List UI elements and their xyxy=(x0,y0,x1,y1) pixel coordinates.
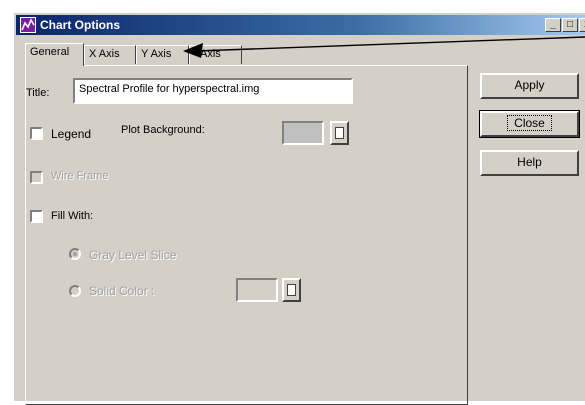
general-tab-panel: Title: Spectral Profile for hyperspectra… xyxy=(25,65,468,405)
help-button[interactable]: Help xyxy=(480,150,579,176)
tab-z-axis[interactable]: Axis xyxy=(189,45,242,64)
minimize-button[interactable]: _ xyxy=(545,18,561,32)
solid-color-swatch xyxy=(236,278,278,302)
gray-level-slice-radio[interactable] xyxy=(69,248,81,260)
close-window-button[interactable]: x xyxy=(579,18,585,32)
chart-options-window: Chart Options _ □ x General X Axis Y Axi… xyxy=(13,12,585,405)
solid-color-picker-button[interactable] xyxy=(282,278,301,302)
title-label: Title: xyxy=(26,87,50,99)
legend-label: Legend xyxy=(51,127,92,141)
plot-background-swatch xyxy=(282,121,324,145)
legend-checkbox[interactable] xyxy=(30,127,43,140)
wire-frame-checkbox[interactable] xyxy=(30,171,43,184)
plot-background-color-picker-button[interactable] xyxy=(330,121,349,145)
solid-color-label: Solid Color : xyxy=(89,284,155,298)
plot-background-label: Plot Background: xyxy=(121,124,205,136)
gray-level-slice-label: Gray Level Slice xyxy=(89,248,177,262)
tab-x-axis[interactable]: X Axis xyxy=(84,45,136,64)
title-input[interactable]: Spectral Profile for hyperspectral.img xyxy=(73,78,353,104)
tab-y-axis[interactable]: Y Axis xyxy=(136,45,189,64)
solid-color-radio[interactable] xyxy=(69,285,81,297)
fill-with-checkbox[interactable] xyxy=(30,210,43,223)
close-button-label: Close xyxy=(507,115,552,131)
close-button[interactable]: Close xyxy=(479,110,580,138)
fill-with-label: Fill With: xyxy=(51,210,94,222)
window-title: Chart Options xyxy=(40,18,120,32)
title-bar[interactable]: Chart Options _ □ x xyxy=(16,15,585,35)
apply-button[interactable]: Apply xyxy=(480,73,579,99)
maximize-button[interactable]: □ xyxy=(562,18,578,32)
tab-general[interactable]: General xyxy=(25,43,84,66)
chart-app-icon xyxy=(20,17,36,33)
wire-frame-label: Wire Frame xyxy=(51,170,109,182)
